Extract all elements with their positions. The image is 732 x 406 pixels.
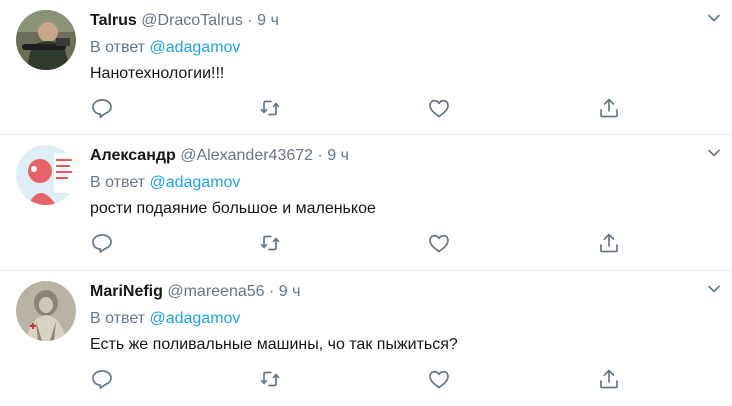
heart-icon bbox=[429, 370, 449, 389]
like-button[interactable] bbox=[427, 367, 451, 391]
mention-link[interactable]: @adagamov bbox=[149, 174, 240, 191]
display-name[interactable]: Александр bbox=[90, 147, 176, 164]
timestamp[interactable]: 9 ч bbox=[327, 147, 349, 164]
retweet-button[interactable] bbox=[258, 231, 282, 255]
reply-icon bbox=[92, 99, 112, 118]
mention-link[interactable]: @adagamov bbox=[149, 39, 240, 56]
avatar[interactable] bbox=[16, 145, 76, 205]
tweet-text: Есть же поливальные машины, чо так пыжит… bbox=[90, 336, 458, 353]
share-button[interactable] bbox=[597, 231, 621, 255]
action-bar bbox=[90, 231, 630, 257]
reply-icon bbox=[92, 234, 112, 253]
avatar[interactable] bbox=[16, 281, 76, 341]
heart-icon bbox=[429, 234, 449, 253]
retweet-button[interactable] bbox=[258, 367, 282, 391]
timestamp[interactable]: 9 ч bbox=[279, 283, 301, 300]
tweet[interactable]: MariNefig @mareena56 · 9 ч В ответ @adag… bbox=[0, 271, 732, 406]
heart-icon bbox=[429, 99, 449, 118]
chevron-down-icon[interactable] bbox=[706, 10, 722, 26]
chevron-down-icon[interactable] bbox=[706, 145, 722, 161]
tweet-header: Александр @Alexander43672 · 9 ч bbox=[90, 145, 692, 167]
reply-prefix: В ответ bbox=[90, 174, 150, 191]
retweet-icon bbox=[260, 235, 280, 251]
reply-button[interactable] bbox=[90, 96, 114, 120]
display-name[interactable]: Talrus bbox=[90, 12, 137, 29]
tweet-text: Нанотехнологии!!! bbox=[90, 65, 225, 82]
separator-dot: · bbox=[317, 147, 323, 164]
retweet-icon bbox=[260, 371, 280, 387]
mention-link[interactable]: @adagamov bbox=[149, 310, 240, 327]
reply-icon bbox=[92, 370, 112, 389]
chevron-down-icon[interactable] bbox=[706, 281, 722, 297]
retweet-button[interactable] bbox=[258, 96, 282, 120]
share-icon bbox=[600, 98, 618, 118]
reply-context: В ответ @adagamov bbox=[90, 308, 240, 330]
avatar[interactable] bbox=[16, 10, 76, 70]
separator-dot: · bbox=[269, 283, 275, 300]
tweet[interactable]: Александр @Alexander43672 · 9 ч В ответ … bbox=[0, 135, 732, 270]
timestamp[interactable]: 9 ч bbox=[257, 12, 279, 29]
action-bar bbox=[90, 96, 630, 122]
share-button[interactable] bbox=[597, 367, 621, 391]
like-button[interactable] bbox=[427, 96, 451, 120]
reply-button[interactable] bbox=[90, 367, 114, 391]
reply-context: В ответ @adagamov bbox=[90, 37, 240, 59]
retweet-icon bbox=[260, 100, 280, 116]
tweet-header: Talrus @DracoTalrus · 9 ч bbox=[90, 10, 692, 32]
display-name[interactable]: MariNefig bbox=[90, 283, 163, 300]
like-button[interactable] bbox=[427, 231, 451, 255]
share-button[interactable] bbox=[597, 96, 621, 120]
reply-context: В ответ @adagamov bbox=[90, 172, 240, 194]
user-handle[interactable]: @DracoTalrus bbox=[141, 12, 243, 29]
tweet[interactable]: Talrus @DracoTalrus · 9 ч В ответ @adaga… bbox=[0, 0, 732, 134]
tweet-header: MariNefig @mareena56 · 9 ч bbox=[90, 281, 692, 303]
share-icon bbox=[600, 369, 618, 389]
user-handle[interactable]: @Alexander43672 bbox=[180, 147, 313, 164]
share-icon bbox=[600, 233, 618, 253]
separator-dot: · bbox=[247, 12, 253, 29]
tweet-text: рости подаяние большое и маленькое bbox=[90, 200, 376, 217]
user-handle[interactable]: @mareena56 bbox=[167, 283, 264, 300]
reply-prefix: В ответ bbox=[90, 39, 150, 56]
reply-prefix: В ответ bbox=[90, 310, 150, 327]
action-bar bbox=[90, 367, 630, 393]
reply-button[interactable] bbox=[90, 231, 114, 255]
